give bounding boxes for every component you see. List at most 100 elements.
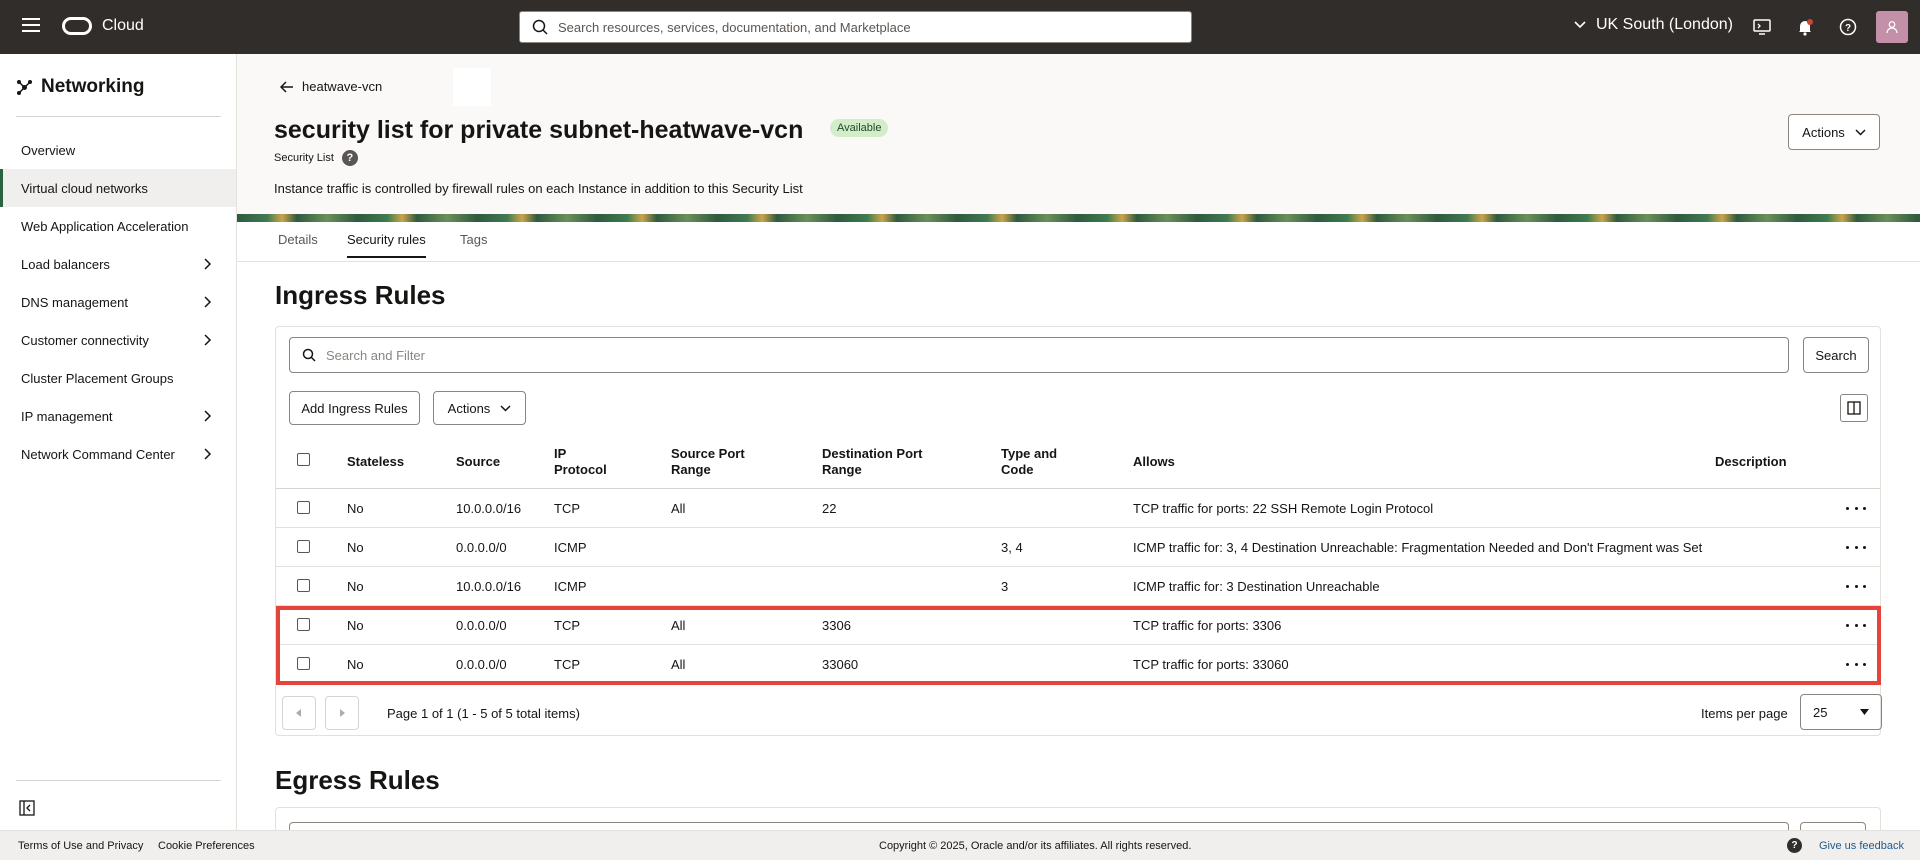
cell-type-code: 3, 4 xyxy=(1001,540,1023,555)
chevron-right-icon xyxy=(204,296,212,308)
table-row: No 10.0.0.0/16 TCP All 22 TCP traffic fo… xyxy=(276,489,1880,528)
resource-type-label: Security List xyxy=(274,152,334,164)
cell-destination-port: 22 xyxy=(822,501,837,516)
ingress-filter-input[interactable] xyxy=(326,347,1726,363)
chevron-right-icon xyxy=(204,334,212,346)
ingress-rules-panel: Search Add Ingress Rules Actions Statele… xyxy=(275,326,1882,736)
chevron-right-icon xyxy=(204,258,212,270)
sidebar-item-dns-management[interactable]: DNS management xyxy=(0,283,236,321)
svg-text:?: ? xyxy=(1845,23,1851,34)
cell-source-port: All xyxy=(671,657,686,672)
help-icon[interactable]: ? xyxy=(341,150,358,166)
cloud-shell-icon[interactable] xyxy=(1752,17,1772,37)
column-header-source[interactable]: Source xyxy=(456,454,500,470)
row-checkbox[interactable] xyxy=(297,540,310,553)
items-per-page-select[interactable]: 25 xyxy=(1800,694,1882,730)
footer: Terms of Use and Privacy Cookie Preferen… xyxy=(0,830,1920,860)
sidebar-item-load-balancers[interactable]: Load balancers xyxy=(0,245,236,283)
caret-down-icon xyxy=(1860,709,1869,715)
help-icon[interactable]: ? xyxy=(1838,17,1858,37)
add-ingress-rules-button[interactable]: Add Ingress Rules xyxy=(289,391,420,425)
row-actions-menu-icon[interactable] xyxy=(1846,617,1866,633)
add-ingress-rules-label: Add Ingress Rules xyxy=(301,400,408,416)
notifications-bell-icon[interactable] xyxy=(1795,17,1815,37)
row-actions-menu-icon[interactable] xyxy=(1846,539,1866,555)
tab-tags[interactable]: Tags xyxy=(460,232,487,256)
header-actions-button[interactable]: Actions xyxy=(1788,114,1880,150)
column-header-description[interactable]: Description xyxy=(1715,454,1787,470)
tab-security-rules[interactable]: Security rules xyxy=(347,232,426,258)
select-all-checkbox[interactable] xyxy=(297,453,310,466)
collapse-sidebar-icon[interactable] xyxy=(19,800,35,816)
help-icon[interactable]: ? xyxy=(1787,838,1802,853)
global-search-input[interactable] xyxy=(558,19,1158,35)
cell-source-port: All xyxy=(671,501,686,516)
region-selector[interactable]: UK South (London) xyxy=(1574,16,1733,34)
global-search[interactable] xyxy=(519,11,1192,43)
column-header-stateless[interactable]: Stateless xyxy=(347,454,404,470)
sidebar-item-label: Customer connectivity xyxy=(21,332,149,348)
page-description: Instance traffic is controlled by firewa… xyxy=(274,181,803,196)
decorative-banner xyxy=(237,214,1920,222)
cell-source: 0.0.0.0/0 xyxy=(456,657,507,672)
tab-bar: Details Security rules Tags xyxy=(237,222,1920,262)
sidebar-item-label: Load balancers xyxy=(21,256,110,272)
row-checkbox[interactable] xyxy=(297,657,310,670)
cell-stateless: No xyxy=(347,501,364,516)
column-header-allows[interactable]: Allows xyxy=(1133,454,1175,470)
column-header-ip-protocol[interactable]: IP Protocol xyxy=(554,446,614,478)
table-row: No 0.0.0.0/0 TCP All 33060 TCP traffic f… xyxy=(276,645,1880,684)
brand-name[interactable]: Cloud xyxy=(102,17,144,35)
menu-icon[interactable] xyxy=(22,18,40,32)
tab-details[interactable]: Details xyxy=(278,232,318,256)
sidebar-item-web-application-acceleration[interactable]: Web Application Acceleration xyxy=(0,207,236,245)
sidebar-item-label: DNS management xyxy=(21,294,128,310)
top-bar: Cloud UK South (London) ? xyxy=(0,0,1920,54)
ingress-rules-table: Stateless Source IP Protocol Source Port… xyxy=(276,435,1880,684)
status-badge: Available xyxy=(830,119,889,137)
networking-icon xyxy=(17,79,32,95)
cell-protocol: TCP xyxy=(554,618,580,633)
cell-source: 0.0.0.0/0 xyxy=(456,618,507,633)
sidebar-item-virtual-cloud-networks[interactable]: Virtual cloud networks xyxy=(0,169,236,207)
sidebar-item-label: Overview xyxy=(21,142,76,158)
column-header-destination-port-range[interactable]: Destination Port Range xyxy=(822,446,942,478)
row-checkbox[interactable] xyxy=(297,579,310,592)
ingress-filter[interactable] xyxy=(289,337,1789,373)
feedback-link[interactable]: Give us feedback xyxy=(1819,840,1904,852)
row-actions-menu-icon[interactable] xyxy=(1846,578,1866,594)
search-icon xyxy=(302,348,316,362)
user-avatar[interactable] xyxy=(1876,11,1908,43)
row-checkbox[interactable] xyxy=(297,501,310,514)
ingress-search-label: Search xyxy=(1815,347,1857,363)
resource-type: Security List ? xyxy=(274,150,358,166)
terms-link[interactable]: Terms of Use and Privacy xyxy=(18,840,143,852)
caret-right-icon xyxy=(340,709,345,717)
row-actions-menu-icon[interactable] xyxy=(1846,500,1866,516)
ingress-search-button[interactable]: Search xyxy=(1803,337,1869,373)
cell-allows: TCP traffic for ports: 33060 xyxy=(1133,657,1289,672)
items-per-page-value: 25 xyxy=(1813,704,1828,720)
row-actions-menu-icon[interactable] xyxy=(1846,656,1866,672)
sidebar-item-cluster-placement-groups[interactable]: Cluster Placement Groups xyxy=(0,359,236,397)
cookie-preferences-link[interactable]: Cookie Preferences xyxy=(158,840,255,852)
sidebar-item-label: IP management xyxy=(21,408,113,424)
header-actions-label: Actions xyxy=(1802,124,1845,140)
egress-rules-title: Egress Rules xyxy=(275,765,440,795)
previous-page-button[interactable] xyxy=(282,696,316,730)
sidebar-item-overview[interactable]: Overview xyxy=(0,131,236,169)
row-checkbox[interactable] xyxy=(297,618,310,631)
sidebar-item-customer-connectivity[interactable]: Customer connectivity xyxy=(0,321,236,359)
next-page-button[interactable] xyxy=(325,696,359,730)
items-per-page-label: Items per page xyxy=(1701,706,1788,721)
pagination-summary: Page 1 of 1 (1 - 5 of 5 total items) xyxy=(387,706,580,721)
ingress-actions-button[interactable]: Actions xyxy=(433,391,526,425)
caret-left-icon xyxy=(296,709,301,717)
sidebar-item-network-command-center[interactable]: Network Command Center xyxy=(0,435,236,473)
column-settings-button[interactable] xyxy=(1840,394,1868,422)
column-header-source-port-range[interactable]: Source Port Range xyxy=(671,446,761,478)
column-header-type-and-code[interactable]: Type and Code xyxy=(1001,446,1071,478)
sidebar-item-ip-management[interactable]: IP management xyxy=(0,397,236,435)
back-link[interactable]: heatwave-vcn xyxy=(280,79,382,94)
oracle-logo[interactable] xyxy=(62,17,92,35)
